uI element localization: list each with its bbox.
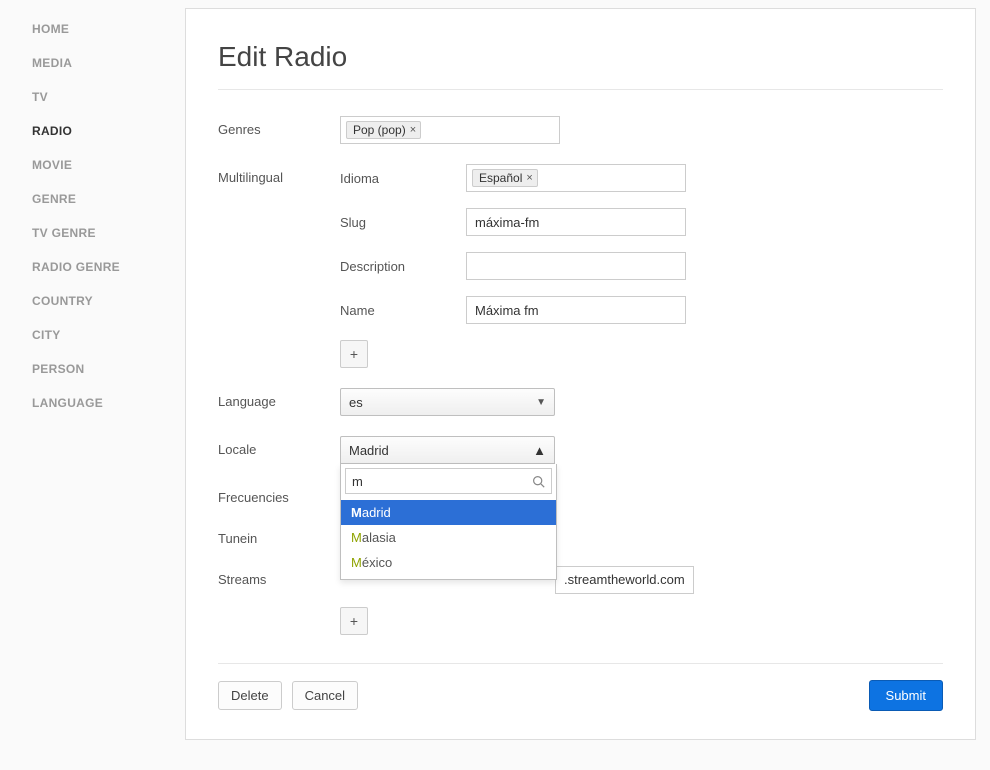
description-input[interactable] xyxy=(466,252,686,280)
locale-dropdown: Madrid Malasia México xyxy=(340,464,557,580)
search-icon xyxy=(532,475,545,488)
slug-label: Slug xyxy=(340,215,466,230)
sidebar-item-tv-genre[interactable]: TV GENRE xyxy=(0,216,185,250)
close-icon[interactable]: × xyxy=(526,173,532,184)
name-label: Name xyxy=(340,303,466,318)
language-value: es xyxy=(349,395,363,410)
multilingual-label: Multilingual xyxy=(218,164,340,185)
sidebar-item-radio[interactable]: RADIO xyxy=(0,114,185,148)
delete-button[interactable]: Delete xyxy=(218,681,282,710)
locale-select[interactable]: Madrid ▲ xyxy=(340,436,555,464)
streams-label: Streams xyxy=(218,566,340,587)
submit-button[interactable]: Submit xyxy=(869,680,943,711)
idioma-label: Idioma xyxy=(340,171,466,186)
form-footer: Delete Cancel Submit xyxy=(218,663,943,711)
sidebar-item-city[interactable]: CITY xyxy=(0,318,185,352)
main-panel: Edit Radio Genres Pop (pop) × Multilingu… xyxy=(185,8,976,740)
locale-search-input[interactable] xyxy=(352,474,532,489)
cancel-button[interactable]: Cancel xyxy=(292,681,358,710)
genre-tag-label: Pop (pop) xyxy=(353,123,406,137)
page-title: Edit Radio xyxy=(218,33,943,90)
stream-url-suffix: .streamtheworld.com xyxy=(555,566,694,594)
idioma-tag-label: Español xyxy=(479,171,522,185)
idioma-input[interactable]: Español × xyxy=(466,164,686,192)
sidebar: HOME MEDIA TV RADIO MOVIE GENRE TV GENRE… xyxy=(0,0,185,748)
close-icon[interactable]: × xyxy=(410,125,416,136)
genre-tag: Pop (pop) × xyxy=(346,121,421,139)
genres-label: Genres xyxy=(218,116,340,137)
genres-input[interactable]: Pop (pop) × xyxy=(340,116,560,144)
sidebar-item-media[interactable]: MEDIA xyxy=(0,46,185,80)
frecuencies-label: Frecuencies xyxy=(218,484,340,505)
add-multilingual-button[interactable]: + xyxy=(340,340,368,368)
sidebar-item-tv[interactable]: TV xyxy=(0,80,185,114)
sidebar-item-country[interactable]: COUNTRY xyxy=(0,284,185,318)
description-label: Description xyxy=(340,259,466,274)
locale-option-malasia[interactable]: Malasia xyxy=(341,525,556,550)
locale-value: Madrid xyxy=(349,443,389,458)
chevron-down-icon: ▼ xyxy=(536,397,546,408)
tunein-label: Tunein xyxy=(218,525,340,546)
sidebar-item-movie[interactable]: MOVIE xyxy=(0,148,185,182)
locale-option-madrid[interactable]: Madrid xyxy=(341,500,556,525)
locale-option-mexico[interactable]: México xyxy=(341,550,556,575)
name-input[interactable] xyxy=(466,296,686,324)
sidebar-item-genre[interactable]: GENRE xyxy=(0,182,185,216)
sidebar-item-radio-genre[interactable]: RADIO GENRE xyxy=(0,250,185,284)
sidebar-item-home[interactable]: HOME xyxy=(0,12,185,46)
locale-label: Locale xyxy=(218,436,340,457)
chevron-up-icon: ▲ xyxy=(533,443,546,458)
slug-input[interactable] xyxy=(466,208,686,236)
language-label: Language xyxy=(218,388,340,409)
idioma-tag: Español × xyxy=(472,169,538,187)
add-stream-button[interactable]: + xyxy=(340,607,368,635)
sidebar-item-language[interactable]: LANGUAGE xyxy=(0,386,185,420)
language-select[interactable]: es ▼ xyxy=(340,388,555,416)
sidebar-item-person[interactable]: PERSON xyxy=(0,352,185,386)
